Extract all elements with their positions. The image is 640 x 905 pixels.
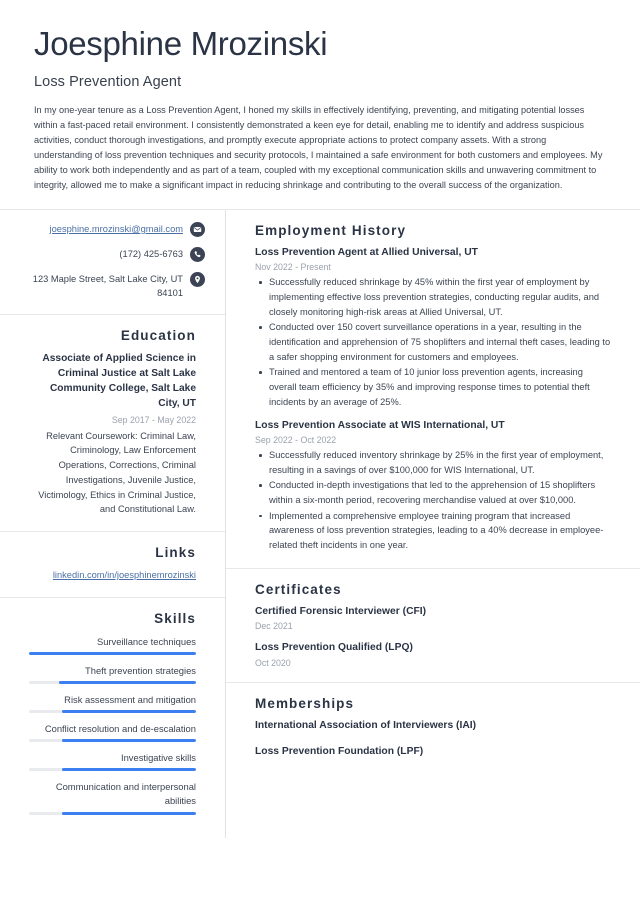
envelope-icon xyxy=(190,221,205,237)
employment-date: Sep 2022 - Oct 2022 xyxy=(255,434,337,445)
employment-bullets: Successfully reduced shrinkage by 45% wi… xyxy=(255,275,611,409)
certificates-section-title: Certificates xyxy=(255,581,342,597)
employment-heading: Loss Prevention Associate at WIS Interna… xyxy=(255,419,505,431)
contact-row-email[interactable]: joesphine.mrozinski@gmail.com xyxy=(20,221,205,237)
link-item-linkedin[interactable]: linkedin.com/in/joesphinemrozinski xyxy=(29,569,196,583)
employment-bullet: Conducted in-depth investigations that l… xyxy=(255,478,611,507)
skill-level-fill xyxy=(29,651,196,655)
certificate-name: Certified Forensic Interviewer (CFI) xyxy=(255,605,427,617)
contact-row-address: 123 Maple Street, Salt Lake City, UT 841… xyxy=(20,271,205,301)
employment-section-title: Employment History xyxy=(255,222,407,238)
skill-name: Surveillance techniques xyxy=(96,635,196,647)
skill-item: Communication and interpersonal abilitie… xyxy=(29,780,196,815)
skill-item: Conflict resolution and de-escalation xyxy=(29,722,196,743)
contact-row-phone[interactable]: (172) 425-6763 xyxy=(20,246,205,262)
membership-entry: International Association of Interviewer… xyxy=(255,719,477,731)
certificate-entry: Loss Prevention Qualified (LPQ) Oct 2020 xyxy=(255,641,611,667)
skill-name: Risk assessment and mitigation xyxy=(64,694,196,706)
certificate-entry: Certified Forensic Interviewer (CFI) Dec … xyxy=(255,605,611,631)
links-section-title: Links xyxy=(155,544,196,560)
contact-block: joesphine.mrozinski@gmail.com (172) 425-… xyxy=(0,210,225,315)
education-entry: Associate of Applied Science in Criminal… xyxy=(29,352,196,517)
skills-list: Surveillance techniques Theft prevention … xyxy=(29,635,196,815)
certificates-list: Certified Forensic Interviewer (CFI) Dec … xyxy=(255,605,611,668)
employment-bullet: Conducted over 150 covert surveillance o… xyxy=(255,320,611,364)
employment-bullet: Implemented a comprehensive employee tra… xyxy=(255,509,611,553)
education-date: Sep 2017 - May 2022 xyxy=(111,414,196,425)
skill-level-fill xyxy=(62,739,196,743)
skill-item: Risk assessment and mitigation xyxy=(29,693,196,714)
employment-list: Loss Prevention Agent at Allied Universa… xyxy=(255,246,611,553)
employment-date: Nov 2022 - Present xyxy=(255,262,331,273)
employment-entry: Loss Prevention Associate at WIS Interna… xyxy=(255,419,611,553)
skill-level-track xyxy=(29,739,196,743)
membership-entry: Loss Prevention Foundation (LPF) xyxy=(255,745,424,757)
page-title: Joesphine Mrozinski xyxy=(34,25,328,62)
address-value: 123 Maple Street, Salt Lake City, UT 841… xyxy=(32,273,183,298)
job-title-subheading: Loss Prevention Agent xyxy=(34,73,182,90)
skill-item: Theft prevention strategies xyxy=(29,664,196,685)
skill-name: Theft prevention strategies xyxy=(85,664,196,676)
phone-icon xyxy=(190,246,205,262)
employment-bullet: Successfully reduced inventory shrinkage… xyxy=(255,448,611,477)
location-pin-icon xyxy=(190,271,205,287)
employment-heading: Loss Prevention Agent at Allied Universa… xyxy=(255,246,478,258)
skill-item: Investigative skills xyxy=(29,751,196,772)
memberships-section-title: Memberships xyxy=(255,695,355,711)
employment-entry: Loss Prevention Agent at Allied Universa… xyxy=(255,246,611,410)
skill-level-fill xyxy=(62,710,196,714)
links-block: Links linkedin.com/in/joesphinemrozinski xyxy=(0,532,225,598)
education-degree: Associate of Applied Science in Criminal… xyxy=(42,352,196,409)
skill-name: Investigative skills xyxy=(120,752,196,764)
certificates-block: Certificates Certified Forensic Intervie… xyxy=(226,569,640,683)
sidebar-left: joesphine.mrozinski@gmail.com (172) 425-… xyxy=(0,209,226,838)
skill-item: Surveillance techniques xyxy=(29,635,196,655)
memberships-block: Memberships International Association of… xyxy=(226,683,640,774)
skill-level-track xyxy=(29,681,196,685)
resume-page: Joesphine Mrozinski Loss Prevention Agen… xyxy=(0,0,640,905)
education-block: Education Associate of Applied Science i… xyxy=(0,315,225,532)
skill-level-track xyxy=(29,710,196,714)
skill-name: Conflict resolution and de-escalation xyxy=(44,723,196,735)
skill-level-fill xyxy=(62,768,196,772)
certificate-name: Loss Prevention Qualified (LPQ) xyxy=(255,642,413,654)
resume-header: Joesphine Mrozinski Loss Prevention Agen… xyxy=(0,0,640,209)
main-right: Employment History Loss Prevention Agent… xyxy=(226,210,640,838)
email-value[interactable]: joesphine.mrozinski@gmail.com xyxy=(50,221,183,237)
skill-level-track xyxy=(29,768,196,772)
skills-block: Skills Surveillance techniques Theft prev… xyxy=(0,598,225,838)
skills-section-title: Skills xyxy=(154,610,196,626)
memberships-list: International Association of Interviewer… xyxy=(255,719,611,760)
resume-columns: joesphine.mrozinski@gmail.com (172) 425-… xyxy=(0,208,640,838)
education-section-title: Education xyxy=(120,327,196,343)
skill-name: Communication and interpersonal abilitie… xyxy=(55,781,196,807)
employment-bullet: Trained and mentored a team of 10 junior… xyxy=(255,365,611,409)
skill-level-fill xyxy=(62,811,196,815)
skill-level-fill xyxy=(59,681,196,685)
skill-level-track xyxy=(29,651,196,655)
certificate-date: Dec 2021 xyxy=(255,621,293,632)
skill-level-track xyxy=(29,811,196,815)
certificate-date: Oct 2020 xyxy=(255,657,291,668)
employment-bullet: Successfully reduced shrinkage by 45% wi… xyxy=(255,275,611,319)
employment-bullets: Successfully reduced inventory shrinkage… xyxy=(255,448,611,553)
professional-summary: In my one-year tenure as a Loss Preventi… xyxy=(34,104,603,190)
education-description: Relevant Coursework: Criminal Law, Crimi… xyxy=(38,430,196,515)
employment-block: Employment History Loss Prevention Agent… xyxy=(226,210,640,569)
phone-value: (172) 425-6763 xyxy=(119,248,183,259)
